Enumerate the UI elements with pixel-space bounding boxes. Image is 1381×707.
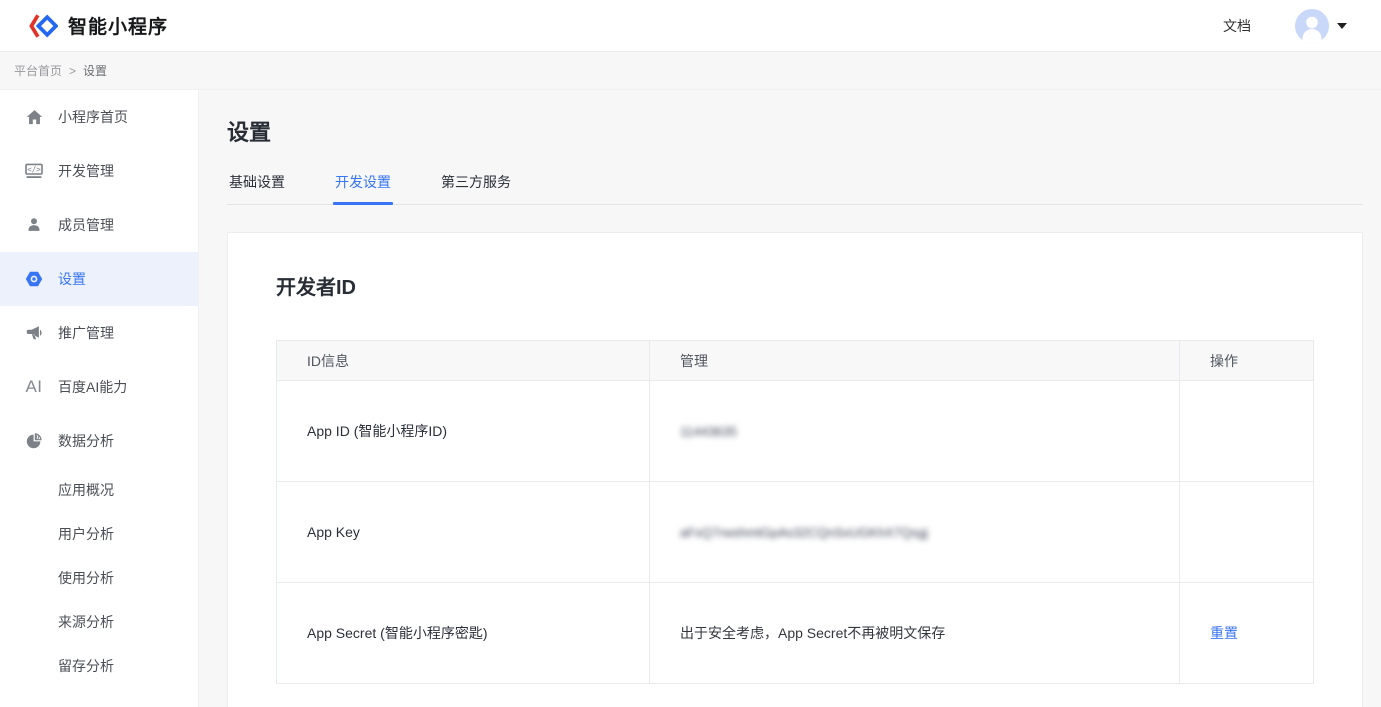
blurred-value: 11443635 [680,424,737,439]
tab-basic-settings[interactable]: 基础设置 [227,172,287,204]
table-row: App Key aFxQ7rwshmtGpAs32CQnSxUGKhX7Qsgj [277,482,1314,583]
sidebar-item-label: 成员管理 [58,215,114,235]
sidebar-subitem-source-analysis[interactable]: 来源分析 [0,600,198,644]
pie-chart-icon [24,433,44,449]
action-cell [1180,381,1314,482]
chevron-down-icon[interactable] [1337,23,1347,29]
id-info-cell: App Secret (智能小程序密匙) [277,583,650,684]
id-info-cell: App ID (智能小程序ID) [277,381,650,482]
sidebar-item-settings[interactable]: 设置 [0,252,198,306]
settings-icon [24,271,44,287]
megaphone-icon [24,325,44,341]
sidebar-item-data-analysis[interactable]: 数据分析 [0,414,198,468]
breadcrumb-current: 设置 [83,62,107,79]
id-info-cell: App Key [277,482,650,583]
manage-cell: aFxQ7rwshmtGpAs32CQnSxUGKhX7Qsgj [650,482,1180,583]
sidebar-item-label: 小程序首页 [58,107,128,127]
sidebar-subitem-user-analysis[interactable]: 用户分析 [0,512,198,556]
avatar[interactable] [1295,9,1329,43]
app-logo[interactable]: 智能小程序 [28,12,168,39]
main-content: 设置 基础设置 开发设置 第三方服务 开发者ID ID信息管理操作 App ID (… [199,90,1381,707]
settings-tabs: 基础设置 开发设置 第三方服务 [227,172,1363,205]
sidebar-item-label: 数据分析 [58,431,114,451]
tab-third-party[interactable]: 第三方服务 [439,172,513,204]
top-header: 智能小程序 文档 [0,0,1381,52]
page-title: 设置 [227,115,1363,147]
sidebar-item-baidu-ai[interactable]: AI 百度AI能力 [0,360,198,414]
logo-diamond-icon [28,13,58,39]
docs-link[interactable]: 文档 [1223,16,1251,36]
code-icon: </> [24,163,44,179]
sidebar-item-label: 设置 [58,269,86,289]
sidebar-nav: 小程序首页 </> 开发管理成员管理设置推广管理 AI 百度AI能力数据分析应用概况用户… [0,90,199,707]
logo-text: 智能小程序 [68,12,168,39]
action-cell: 重置 [1180,583,1314,684]
table-row: App Secret (智能小程序密匙) 出于安全考虑，App Secret不再被… [277,583,1314,684]
ai-icon: AI [24,377,44,397]
cell-value: 出于安全考虑，App Secret不再被明文保存 [680,625,945,641]
blurred-value: aFxQ7rwshmtGpAs32CQnSxUGKhX7Qsgj [680,525,928,540]
table-header-cell: 操作 [1180,341,1314,381]
home-icon [24,109,44,126]
breadcrumb-separator: > [69,64,76,78]
table-row: App ID (智能小程序ID) 11443635 [277,381,1314,482]
sidebar-item-dev-management[interactable]: </> 开发管理 [0,144,198,198]
breadcrumb-root[interactable]: 平台首页 [14,62,62,79]
action-cell [1180,482,1314,583]
reset-button[interactable]: 重置 [1210,625,1238,641]
breadcrumb: 平台首页 > 设置 [0,52,1381,90]
svg-text:</>: </> [27,165,41,174]
manage-cell: 出于安全考虑，App Secret不再被明文保存 [650,583,1180,684]
card-title: 开发者ID [276,271,1314,300]
table-header-cell: ID信息 [277,341,650,381]
tab-dev-settings[interactable]: 开发设置 [333,172,393,204]
sidebar-item-label: 百度AI能力 [58,377,127,397]
developer-id-table: ID信息管理操作 App ID (智能小程序ID) 11443635 App Key… [276,340,1314,684]
sidebar-item-label: 推广管理 [58,323,114,343]
sidebar-item-home[interactable]: 小程序首页 [0,90,198,144]
developer-id-card: 开发者ID ID信息管理操作 App ID (智能小程序ID)11443635A… [227,232,1363,707]
sidebar-item-promotion[interactable]: 推广管理 [0,306,198,360]
member-icon [24,217,44,233]
sidebar-subitem-retention-analysis[interactable]: 留存分析 [0,644,198,688]
sidebar-subitem-app-overview[interactable]: 应用概况 [0,468,198,512]
account-menu[interactable] [1295,9,1347,43]
table-header-cell: 管理 [650,341,1180,381]
sidebar-subitem-usage-analysis[interactable]: 使用分析 [0,556,198,600]
sidebar-item-member-management[interactable]: 成员管理 [0,198,198,252]
sidebar-item-label: 开发管理 [58,161,114,181]
manage-cell: 11443635 [650,381,1180,482]
